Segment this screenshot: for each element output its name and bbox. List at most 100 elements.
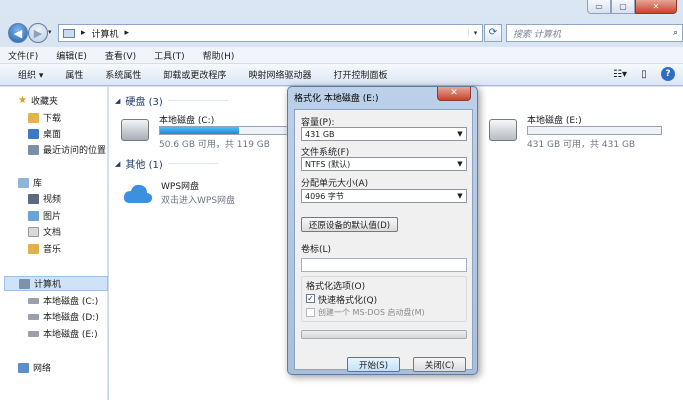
- recent-places-icon: [28, 144, 39, 155]
- view-options-icon[interactable]: ☷▾: [613, 67, 627, 81]
- toolbar-organize[interactable]: 组织 ▾: [18, 68, 43, 81]
- star-icon: ★: [18, 95, 27, 106]
- dropdown-arrow-icon: ▼: [457, 192, 463, 200]
- drive-c-tile[interactable]: 本地磁盘 (C:) 50.6 GB 可用，共 119 GB: [121, 113, 299, 151]
- menu-bar: 文件(F) 编辑(E) 查看(V) 工具(T) 帮助(H): [0, 47, 683, 64]
- preview-pane-icon[interactable]: ▯: [637, 67, 651, 81]
- refresh-button[interactable]: ⟳: [484, 24, 502, 42]
- drive-icon: [28, 313, 39, 320]
- navigation-pane: ★ 收藏夹 下载 桌面 最近访问的位置 库 视频 图片 文档 音乐 计算机 本地磁…: [0, 87, 108, 400]
- sidebar-item-pictures[interactable]: 图片: [28, 208, 61, 223]
- format-options-label: 格式化选项(O): [306, 282, 366, 292]
- toolbar-properties[interactable]: 属性: [65, 68, 83, 81]
- back-button[interactable]: ◀: [8, 23, 28, 43]
- dialog-title: 格式化 本地磁盘 (E:): [294, 94, 379, 104]
- sidebar-item-music[interactable]: 音乐: [28, 241, 61, 256]
- drive-e-tile[interactable]: 本地磁盘 (E:) 431 GB 可用，共 431 GB: [489, 113, 669, 151]
- allocation-select[interactable]: 4096 字节 ▼: [301, 189, 467, 203]
- quick-format-checkbox[interactable]: ✓: [306, 294, 315, 303]
- drive-c-usage-bar: [159, 126, 299, 135]
- sidebar-item-docs[interactable]: 文档: [28, 224, 61, 239]
- menu-file[interactable]: 文件(F): [8, 49, 38, 62]
- volume-label-input[interactable]: [301, 258, 467, 272]
- sidebar-item-favorites[interactable]: ★ 收藏夹: [18, 93, 58, 108]
- sidebar-item-recent[interactable]: 最近访问的位置: [28, 142, 106, 157]
- download-folder-icon: [28, 112, 39, 123]
- search-placeholder: 搜索 计算机: [513, 29, 561, 40]
- toolbar-right: ☷▾ ▯ ?: [613, 67, 675, 81]
- dropdown-arrow-icon: ▼: [457, 160, 463, 168]
- toolbar-uninstall[interactable]: 卸载或更改程序: [163, 68, 226, 81]
- drive-c-size: 50.6 GB 可用，共 119 GB: [159, 140, 270, 150]
- sidebar-item-download[interactable]: 下载: [28, 110, 61, 125]
- address-path[interactable]: 计算机: [92, 27, 119, 40]
- video-icon: [28, 193, 39, 204]
- sidebar-item-computer[interactable]: 计算机: [4, 276, 108, 291]
- system-drive-icon: [121, 119, 149, 141]
- wps-cloud-tile[interactable]: WPS网盘 双击进入WPS网盘: [123, 179, 293, 217]
- msdos-checkbox[interactable]: [306, 308, 315, 317]
- drive-c-usage-fill: [160, 127, 240, 134]
- msdos-label: 创建一个 MS-DOS 启动盘(M): [318, 308, 425, 317]
- maximize-button[interactable]: ▢: [611, 0, 635, 14]
- wps-name: WPS网盘: [161, 182, 200, 192]
- music-icon: [28, 243, 39, 254]
- toolbar-map-drive[interactable]: 映射网络驱动器: [248, 68, 311, 81]
- sidebar-item-desktop[interactable]: 桌面: [28, 126, 61, 141]
- dropdown-arrow-icon: ▼: [457, 130, 463, 138]
- format-progress-bar: [301, 330, 467, 339]
- sidebar-item-libraries[interactable]: 库: [18, 175, 42, 190]
- sidebar-item-drive-d[interactable]: 本地磁盘 (D:): [28, 309, 99, 324]
- command-toolbar: 组织 ▾ 属性 系统属性 卸载或更改程序 映射网络驱动器 打开控制面板 ☷▾ ▯…: [0, 64, 683, 86]
- group-header-other[interactable]: ◢ 其他 (1): [115, 156, 218, 171]
- close-dialog-button[interactable]: 关闭(C): [413, 357, 466, 372]
- library-icon: [18, 177, 29, 188]
- sidebar-item-drive-e[interactable]: 本地磁盘 (E:): [28, 326, 98, 341]
- address-dropdown[interactable]: ▾: [468, 29, 482, 37]
- address-separator: ▸: [81, 28, 86, 38]
- drive-icon: [28, 330, 39, 337]
- search-icon[interactable]: ⌕: [673, 28, 678, 38]
- pictures-icon: [28, 210, 39, 221]
- close-button[interactable]: ✕: [635, 0, 677, 14]
- network-icon: [18, 362, 29, 373]
- format-options-group: 格式化选项(O) ✓ 快速格式化(Q) 创建一个 MS-DOS 启动盘(M): [301, 276, 467, 322]
- sidebar-item-drive-c[interactable]: 本地磁盘 (C:): [28, 293, 98, 308]
- collapse-icon[interactable]: ◢: [115, 160, 120, 168]
- address-bar[interactable]: ▸ 计算机 ▸ ▾: [58, 24, 483, 42]
- sidebar-item-network[interactable]: 网络: [18, 360, 51, 375]
- drive-icon: [28, 297, 39, 304]
- drive-e-name: 本地磁盘 (E:): [527, 116, 582, 126]
- dialog-close-button[interactable]: ✕: [437, 87, 471, 101]
- menu-edit[interactable]: 编辑(E): [56, 49, 87, 62]
- drive-c-name: 本地磁盘 (C:): [159, 116, 215, 126]
- toolbar-system-properties[interactable]: 系统属性: [105, 68, 141, 81]
- allocation-label: 分配单元大小(A): [301, 179, 369, 189]
- navigation-row: ◀ ▶ ▾ ▸ 计算机 ▸ ▾ ⟳ 搜索 计算机 ⌕: [6, 22, 683, 44]
- volume-label-label: 卷标(L): [301, 245, 332, 255]
- address-separator-after[interactable]: ▸: [125, 28, 130, 38]
- drive-e-size: 431 GB 可用，共 431 GB: [527, 140, 636, 150]
- menu-view[interactable]: 查看(V): [105, 49, 136, 62]
- toolbar-control-panel[interactable]: 打开控制面板: [333, 68, 387, 81]
- computer-icon: [63, 28, 75, 38]
- capacity-select[interactable]: 431 GB ▼: [301, 127, 467, 141]
- computer-icon: [19, 278, 30, 289]
- menu-help[interactable]: 帮助(H): [203, 49, 235, 62]
- forward-button[interactable]: ▶: [28, 23, 48, 43]
- sidebar-item-video[interactable]: 视频: [28, 191, 61, 206]
- start-button[interactable]: 开始(S): [347, 357, 400, 372]
- group-header-hdd[interactable]: ◢ 硬盘 (3): [115, 93, 228, 108]
- drive-icon: [489, 119, 517, 141]
- cloud-icon: [123, 184, 153, 203]
- desktop-icon: [28, 128, 39, 139]
- filesystem-select[interactable]: NTFS (默认) ▼: [301, 157, 467, 171]
- help-icon[interactable]: ?: [661, 67, 675, 81]
- restore-defaults-button[interactable]: 还原设备的默认值(D): [301, 217, 398, 232]
- recent-pages-dropdown[interactable]: ▾: [48, 28, 52, 36]
- search-input[interactable]: 搜索 计算机 ⌕: [506, 24, 683, 42]
- wps-description: 双击进入WPS网盘: [161, 196, 236, 206]
- collapse-icon[interactable]: ◢: [115, 97, 120, 105]
- menu-tools[interactable]: 工具(T): [154, 49, 185, 62]
- minimize-button[interactable]: ▭: [587, 0, 611, 14]
